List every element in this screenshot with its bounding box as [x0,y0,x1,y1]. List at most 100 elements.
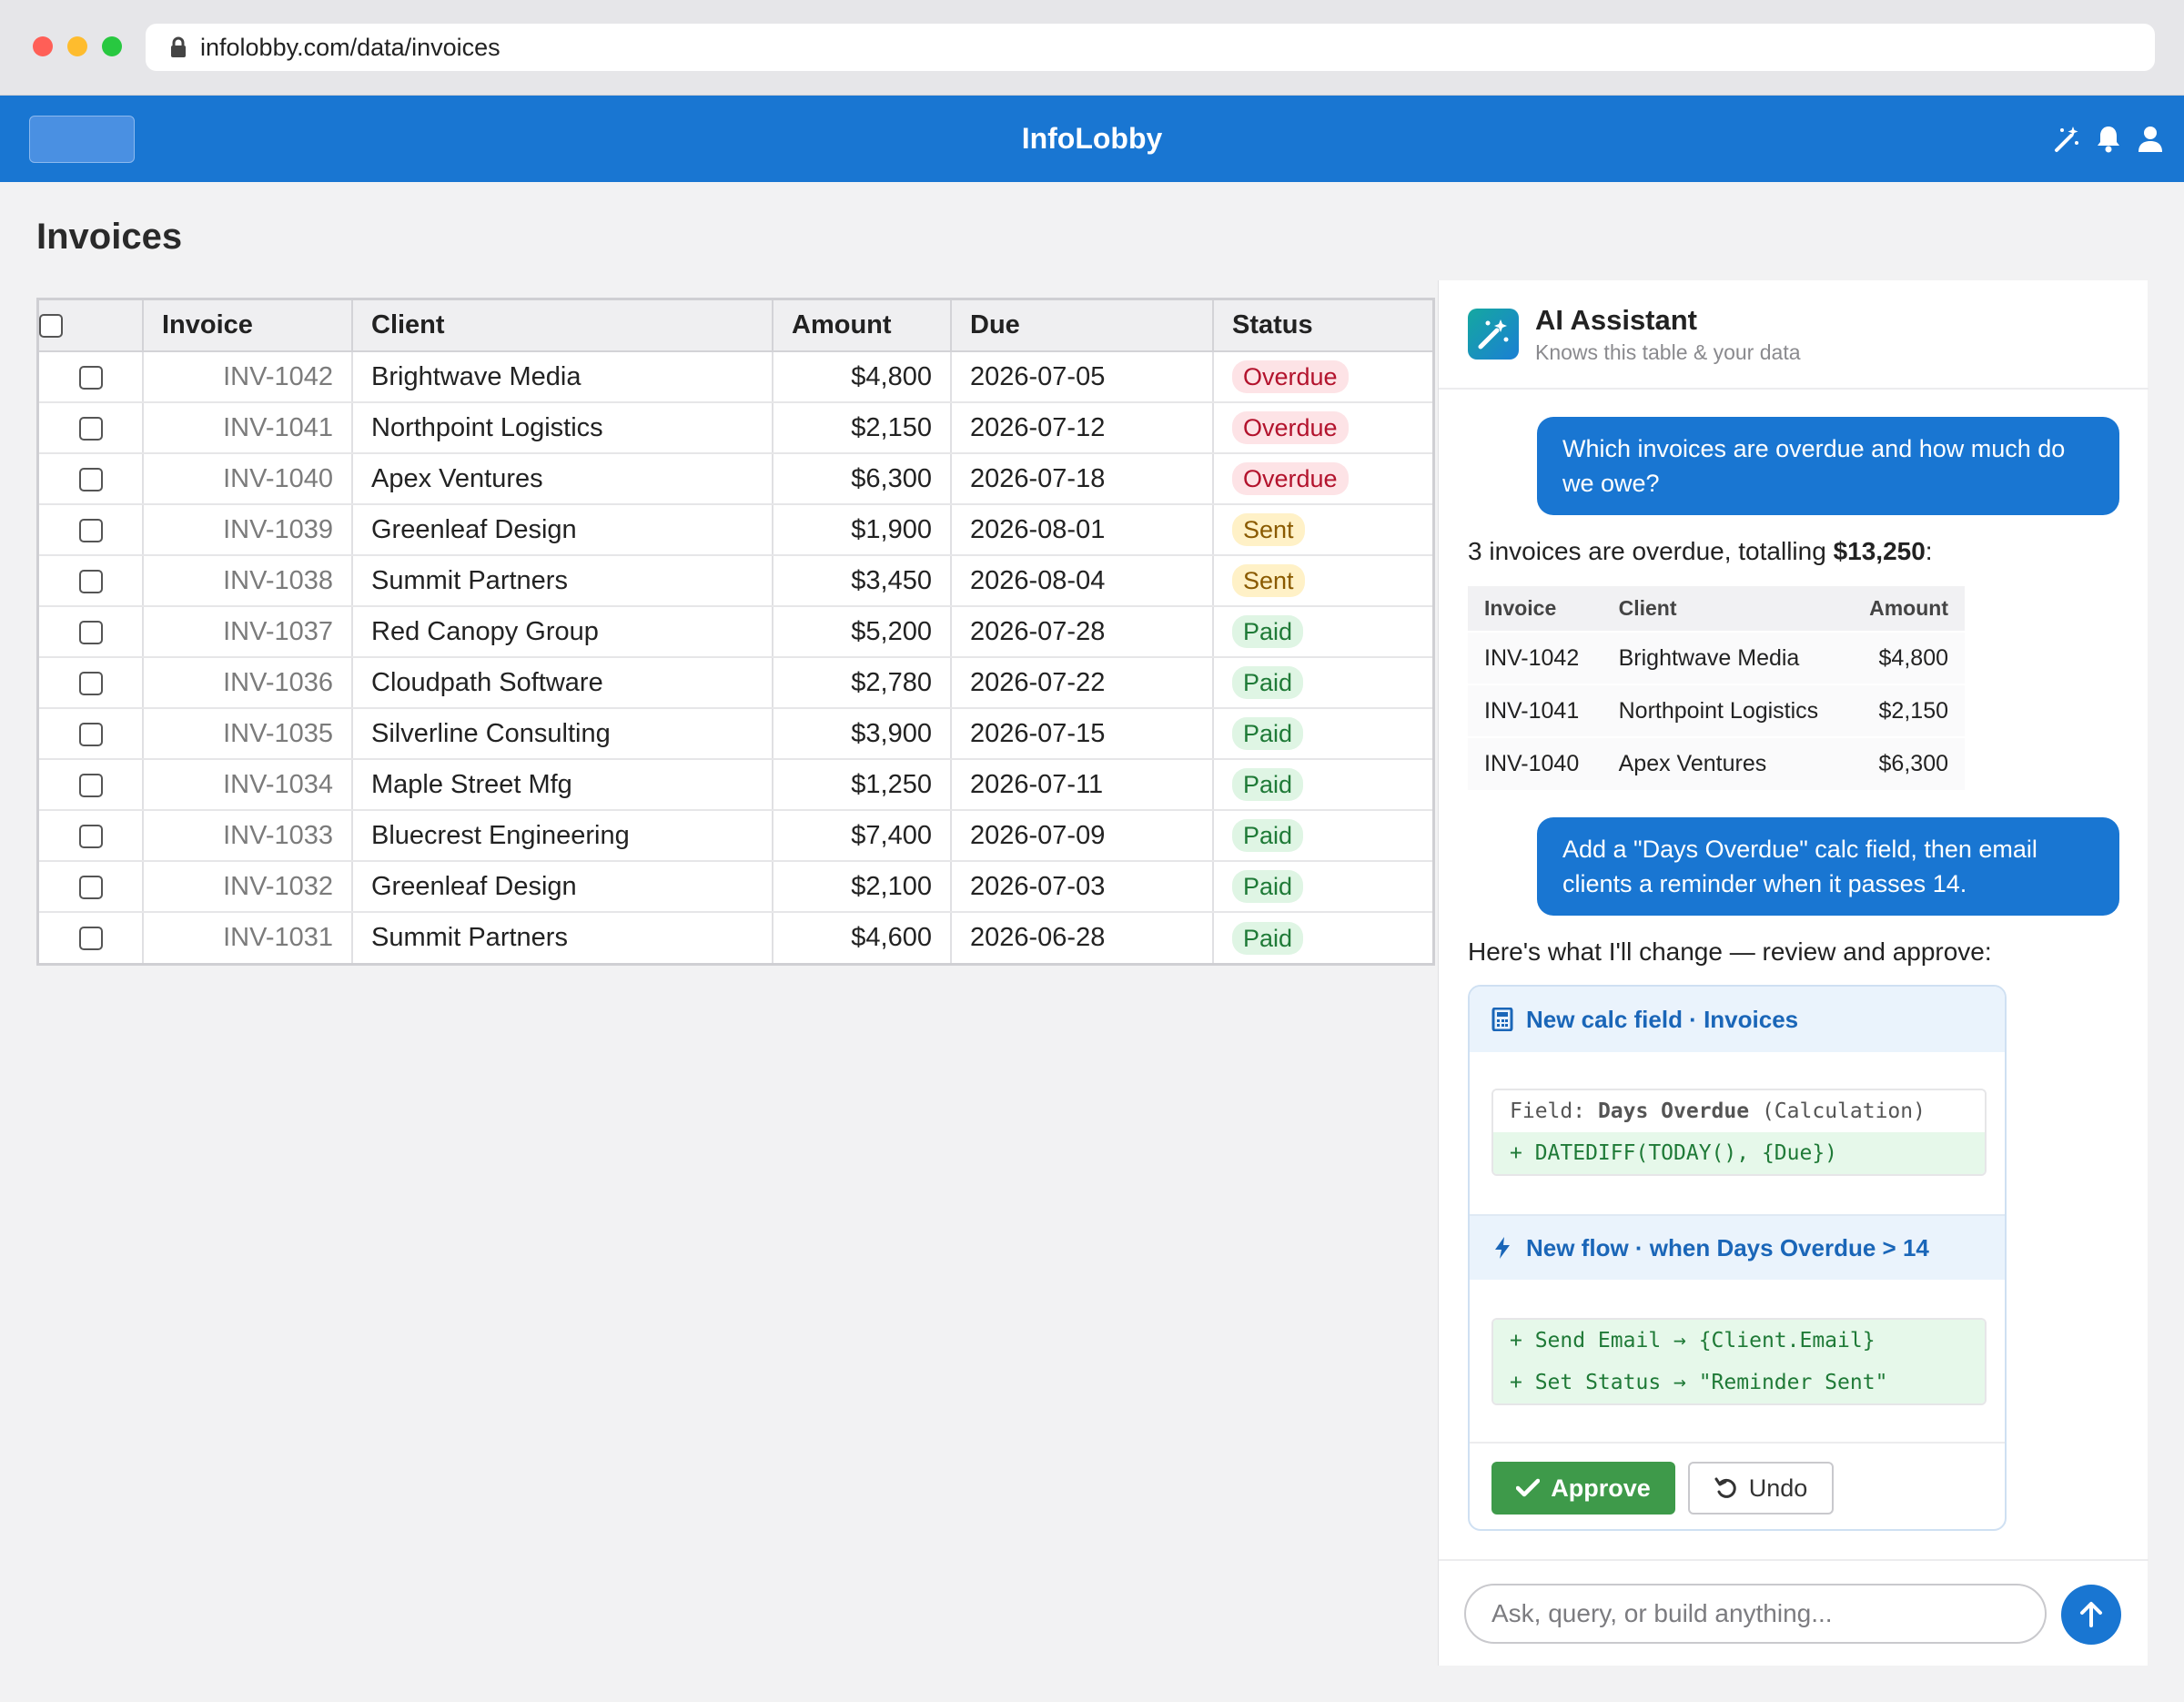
row-checkbox[interactable] [78,927,103,951]
status-cell[interactable]: Overdue [1213,402,1432,454]
amount-cell[interactable]: $6,300 [773,453,952,505]
column-header-client[interactable]: Client [352,300,774,352]
table-row[interactable]: INV-1034 Maple Street Mfg $1,250 2026-07-11… [39,759,1432,811]
client-cell[interactable]: Bluecrest Engineering [352,810,774,862]
client-cell[interactable]: Apex Ventures [352,453,774,505]
row-checkbox[interactable] [78,671,103,695]
address-bar[interactable]: infolobby.com/data/invoices [146,24,2155,71]
due-cell[interactable]: 2026-07-05 [951,351,1214,403]
row-checkbox[interactable] [78,875,103,899]
send-button[interactable] [2061,1585,2121,1645]
invoice-cell[interactable]: INV-1042 [143,351,353,403]
chat-input[interactable] [1464,1584,2047,1644]
select-all-checkbox[interactable] [39,314,63,339]
invoice-cell[interactable]: INV-1035 [143,708,353,760]
user-icon[interactable] [2137,123,2164,154]
due-cell[interactable]: 2026-08-04 [951,555,1214,607]
status-cell[interactable]: Paid [1213,861,1432,913]
table-row[interactable]: INV-1036 Cloudpath Software $2,780 2026-07-… [39,657,1432,709]
status-cell[interactable]: Paid [1213,708,1432,760]
client-cell[interactable]: Greenleaf Design [352,504,774,556]
approve-button[interactable]: Approve [1491,1462,1675,1515]
invoice-cell[interactable]: INV-1041 [143,402,353,454]
due-cell[interactable]: 2026-08-01 [951,504,1214,556]
table-row[interactable]: INV-1032 Greenleaf Design $2,100 2026-07-03… [39,861,1432,913]
table-row[interactable]: INV-1037 Red Canopy Group $5,200 2026-07-28… [39,606,1432,658]
maximize-window-button[interactable] [102,36,122,56]
row-checkbox[interactable] [78,518,103,542]
row-checkbox[interactable] [78,569,103,593]
client-cell[interactable]: Silverline Consulting [352,708,774,760]
client-cell[interactable]: Summit Partners [352,555,774,607]
amount-cell[interactable]: $1,900 [773,504,952,556]
invoice-cell[interactable]: INV-1037 [143,606,353,658]
column-header-invoice[interactable]: Invoice [143,300,353,352]
column-header-amount[interactable]: Amount [773,300,952,352]
invoice-cell[interactable]: INV-1034 [143,759,353,811]
row-checkbox[interactable] [78,620,103,644]
invoice-cell[interactable]: INV-1039 [143,504,353,556]
status-cell[interactable]: Paid [1213,810,1432,862]
undo-button[interactable]: Undo [1688,1462,1834,1515]
status-cell[interactable]: Paid [1213,912,1432,963]
row-checkbox[interactable] [78,773,103,797]
row-checkbox[interactable] [78,824,103,848]
client-cell[interactable]: Summit Partners [352,912,774,963]
column-header-status[interactable]: Status [1213,300,1432,352]
amount-cell[interactable]: $5,200 [773,606,952,658]
invoice-cell[interactable]: INV-1038 [143,555,353,607]
row-checkbox[interactable] [78,467,103,491]
table-row[interactable]: INV-1042 Brightwave Media $4,800 2026-07-05… [39,351,1432,403]
due-cell[interactable]: 2026-07-11 [951,759,1214,811]
invoice-cell[interactable]: INV-1040 [143,453,353,505]
status-cell[interactable]: Sent [1213,504,1432,556]
invoice-cell[interactable]: INV-1036 [143,657,353,709]
amount-cell[interactable]: $3,900 [773,708,952,760]
status-cell[interactable]: Paid [1213,657,1432,709]
due-cell[interactable]: 2026-06-28 [951,912,1214,963]
client-cell[interactable]: Greenleaf Design [352,861,774,913]
amount-cell[interactable]: $2,150 [773,402,952,454]
table-row[interactable]: INV-1035 Silverline Consulting $3,900 2026-… [39,708,1432,760]
status-cell[interactable]: Sent [1213,555,1432,607]
amount-cell[interactable]: $1,250 [773,759,952,811]
due-cell[interactable]: 2026-07-09 [951,810,1214,862]
client-cell[interactable]: Cloudpath Software [352,657,774,709]
client-cell[interactable]: Maple Street Mfg [352,759,774,811]
amount-cell[interactable]: $4,800 [773,351,952,403]
invoice-cell[interactable]: INV-1031 [143,912,353,963]
client-cell[interactable]: Red Canopy Group [352,606,774,658]
status-cell[interactable]: Paid [1213,759,1432,811]
due-cell[interactable]: 2026-07-18 [951,453,1214,505]
row-checkbox[interactable] [78,365,103,390]
status-cell[interactable]: Overdue [1213,351,1432,403]
column-header-due[interactable]: Due [951,300,1214,352]
due-cell[interactable]: 2026-07-22 [951,657,1214,709]
due-cell[interactable]: 2026-07-28 [951,606,1214,658]
due-cell[interactable]: 2026-07-15 [951,708,1214,760]
amount-cell[interactable]: $2,100 [773,861,952,913]
row-checkbox[interactable] [78,722,103,746]
table-row[interactable]: INV-1033 Bluecrest Engineering $7,400 2026-… [39,810,1432,862]
menu-button[interactable] [29,116,135,163]
table-row[interactable]: INV-1031 Summit Partners $4,600 2026-06-28 P… [39,912,1432,963]
amount-cell[interactable]: $2,780 [773,657,952,709]
table-row[interactable]: INV-1040 Apex Ventures $6,300 2026-07-18 Ove… [39,453,1432,505]
client-cell[interactable]: Northpoint Logistics [352,402,774,454]
table-row[interactable]: INV-1041 Northpoint Logistics $2,150 2026-0… [39,402,1432,454]
minimize-window-button[interactable] [67,36,87,56]
amount-cell[interactable]: $7,400 [773,810,952,862]
client-cell[interactable]: Brightwave Media [352,351,774,403]
bell-icon[interactable] [2095,123,2122,154]
status-cell[interactable]: Overdue [1213,453,1432,505]
table-row[interactable]: INV-1038 Summit Partners $3,450 2026-08-04 S… [39,555,1432,607]
close-window-button[interactable] [33,36,53,56]
due-cell[interactable]: 2026-07-12 [951,402,1214,454]
invoice-cell[interactable]: INV-1033 [143,810,353,862]
amount-cell[interactable]: $4,600 [773,912,952,963]
invoice-cell[interactable]: INV-1032 [143,861,353,913]
table-row[interactable]: INV-1039 Greenleaf Design $1,900 2026-08-01… [39,504,1432,556]
status-cell[interactable]: Paid [1213,606,1432,658]
due-cell[interactable]: 2026-07-03 [951,861,1214,913]
amount-cell[interactable]: $3,450 [773,555,952,607]
